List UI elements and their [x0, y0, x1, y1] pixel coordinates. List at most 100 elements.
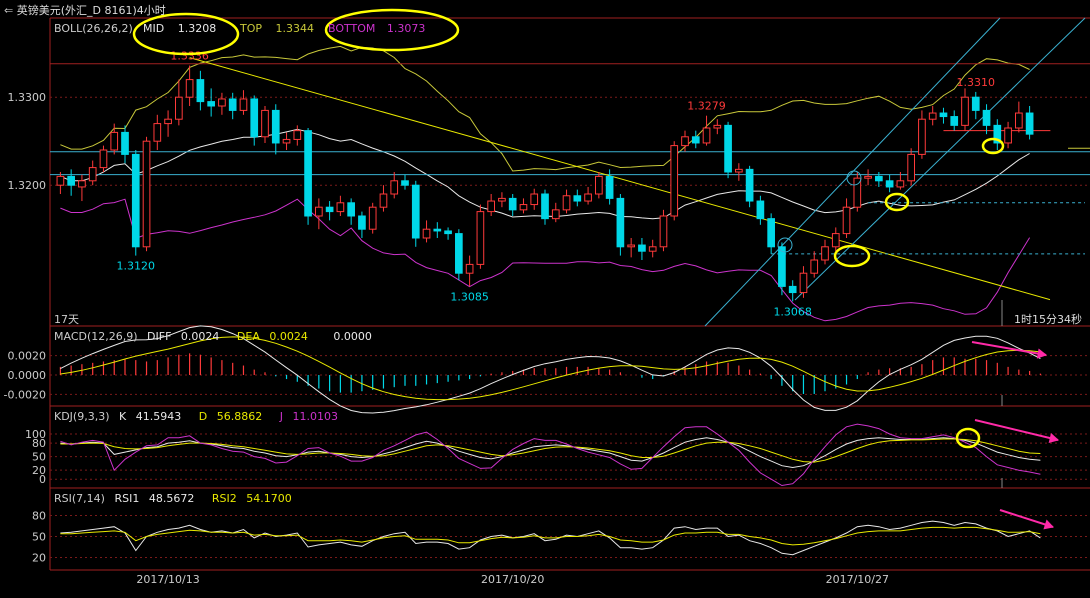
candle-body [896, 180, 905, 188]
rsi-tick-label: 20 [32, 552, 46, 565]
candle-body [411, 184, 420, 239]
candle-body [110, 131, 119, 151]
price-annotation: 1.3310 [957, 76, 996, 89]
candle-body [971, 96, 980, 111]
candle-body [939, 112, 948, 118]
candle-body [498, 197, 506, 202]
rsi2-label: RSI2 [211, 492, 237, 505]
candle-body [293, 130, 302, 140]
macd-header: MACD(12,26,9) DIFF 0.0024 DEA 0.0024 0.0… [54, 330, 372, 343]
candle-body [261, 109, 269, 138]
candle-body [56, 175, 65, 186]
kdj-d-line [60, 438, 1041, 463]
candle-body [422, 228, 431, 239]
boll-top-value: 1.3344 [275, 22, 315, 35]
boll-bottom-value: 1.3073 [386, 22, 426, 35]
kdj-k-line [60, 437, 1041, 469]
candle-body [616, 197, 625, 248]
candle-body [433, 228, 442, 232]
divergence-arrow [974, 419, 1059, 441]
candle-body [961, 96, 969, 126]
price-annotation: 1.3068 [773, 305, 812, 318]
candle-body [164, 118, 172, 125]
candle-body [702, 127, 711, 144]
instrument-title: 英镑美元(外汇_D 8161)4小时 [16, 4, 166, 17]
candle-body [799, 272, 808, 294]
rsi-name: RSI(7,14) [54, 492, 105, 505]
candle-body [627, 244, 635, 248]
candle-body [778, 246, 786, 287]
candle-body [907, 153, 915, 182]
candle-body [196, 79, 205, 103]
kdj-d-label: D [198, 410, 208, 423]
candle-body [1025, 112, 1034, 135]
candle-body [88, 167, 97, 182]
boll-mid: MID 1.3208 [143, 22, 216, 35]
rsi-tick-label: 80 [32, 510, 46, 523]
highlight-recent-low-ellipse [981, 137, 1005, 155]
downtrend-line [189, 57, 1051, 301]
kdj-tick-label: 0 [39, 473, 46, 486]
divergence-arrowhead [1043, 519, 1054, 530]
candle-body [401, 180, 409, 186]
rsi2-value: 54.1700 [246, 492, 292, 505]
candle-body [455, 233, 463, 274]
kdj-j-line [60, 423, 1041, 487]
candle-body [121, 131, 129, 155]
macd-diff-value: 0.0024 [180, 330, 220, 343]
candle-body [918, 118, 926, 155]
macd-dea-line [60, 336, 1041, 401]
candle-body [864, 175, 872, 179]
candle-body [519, 204, 528, 211]
kdj-d-value: 56.8862 [216, 410, 263, 423]
boll-mid-label: MID [143, 22, 165, 35]
price-tick-label: 1.3200 [8, 179, 47, 192]
candle-body [175, 96, 183, 120]
candle-body [691, 136, 700, 144]
rsi-header: RSI(7,14) RSI1 48.5672 RSI2 54.1700 [54, 492, 292, 505]
price-tick-label: 1.3300 [8, 91, 47, 104]
boll-top-line [60, 45, 1030, 172]
boll-top-label: TOP [240, 22, 263, 35]
back-arrow-icon[interactable]: ⇐ [4, 4, 13, 17]
candle-body [551, 209, 560, 220]
candle-body [336, 202, 345, 213]
candle-body [1004, 127, 1012, 144]
macd-value: 0.0000 [333, 330, 372, 343]
kdj-j-label: J [279, 410, 283, 423]
candle-body [379, 193, 388, 208]
candle-body [228, 98, 237, 111]
candle-body [648, 246, 657, 252]
kdj-tick-label: 50 [32, 451, 46, 464]
candle-body [444, 230, 452, 235]
boll-name: BOLL(26,26,2) [54, 22, 133, 35]
candle-body [724, 124, 732, 173]
boll-mid-value: 1.3208 [177, 22, 217, 35]
rsi1-label: RSI1 [114, 492, 140, 505]
highlight-support-ellipse-2 [884, 192, 910, 212]
candle-body [99, 149, 108, 169]
kdj-name: KDJ(9,3,3) [54, 410, 110, 423]
candle-body [390, 180, 399, 195]
channel-lower-line [794, 17, 1086, 301]
divergence-arrowhead [1048, 433, 1060, 444]
boll-bottom: BOTTOM 1.3073 [328, 22, 425, 35]
candle-body [239, 98, 248, 111]
candle-body [875, 175, 883, 182]
kdj-header: KDJ(9,3,3) K 41.5943 D 56.8862 J 11.0103 [54, 410, 338, 423]
rsi-tick-label: 50 [32, 531, 46, 544]
price-annotation: 1.3085 [450, 290, 489, 303]
macd-tick-label: 0.0000 [8, 369, 47, 382]
candle-body [78, 180, 86, 188]
candle-body [250, 98, 259, 138]
candle-body [842, 206, 851, 235]
candle-body [368, 206, 377, 230]
macd-tick-label: 0.0020 [8, 350, 47, 363]
candle-body [304, 130, 312, 217]
candle-body [745, 168, 754, 202]
kdj-j-value: 11.0103 [292, 410, 338, 423]
price-annotation: 1.3336 [170, 50, 209, 63]
candle-body [282, 138, 291, 144]
candle-body [670, 145, 679, 217]
macd-dea-label: DEA [236, 330, 260, 343]
